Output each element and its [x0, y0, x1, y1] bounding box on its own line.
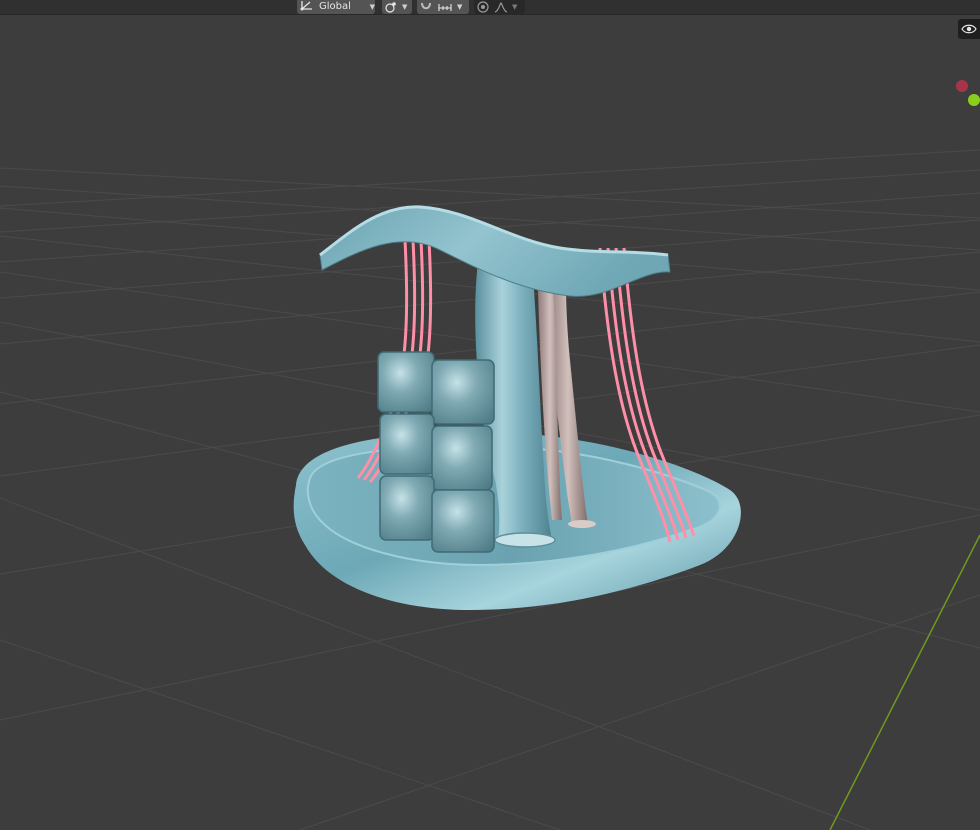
snap-increment-icon[interactable]: [435, 0, 455, 14]
snapping-controls: ▼: [417, 0, 469, 14]
navigation-gizmo[interactable]: [950, 76, 980, 112]
chevron-down-icon: ▼: [369, 2, 375, 11]
falloff-icon[interactable]: [492, 0, 510, 14]
column-foot: [494, 532, 556, 548]
model-object[interactable]: [293, 205, 741, 610]
y-axis-handle[interactable]: [968, 94, 980, 106]
y-axis-line: [829, 534, 980, 830]
pivot-point-dropdown[interactable]: ▼: [382, 0, 412, 14]
chevron-down-icon[interactable]: ▼: [457, 3, 462, 11]
chevron-down-icon: ▼: [402, 2, 408, 11]
chevron-down-icon[interactable]: ▼: [512, 3, 517, 11]
orientation-label: Global: [319, 1, 351, 12]
transform-orientation-dropdown[interactable]: Global ▼: [297, 0, 375, 14]
viewport-header: Global ▼ ▼ ▼ ▼: [0, 0, 980, 15]
pivot-icon: [382, 0, 400, 14]
proportional-edit-icon[interactable]: [474, 0, 492, 14]
x-axis-handle[interactable]: [956, 80, 968, 92]
viewport-scene[interactable]: [0, 0, 980, 830]
proportional-editing-controls: ▼: [474, 0, 525, 14]
orientation-icon: [300, 0, 314, 14]
visibility-eye-icon[interactable]: [958, 19, 980, 39]
snap-magnet-icon[interactable]: [417, 0, 435, 14]
tile-stack: [377, 351, 495, 553]
tube-foot: [568, 520, 596, 528]
3d-viewport[interactable]: Global ▼ ▼ ▼ ▼: [0, 0, 980, 830]
